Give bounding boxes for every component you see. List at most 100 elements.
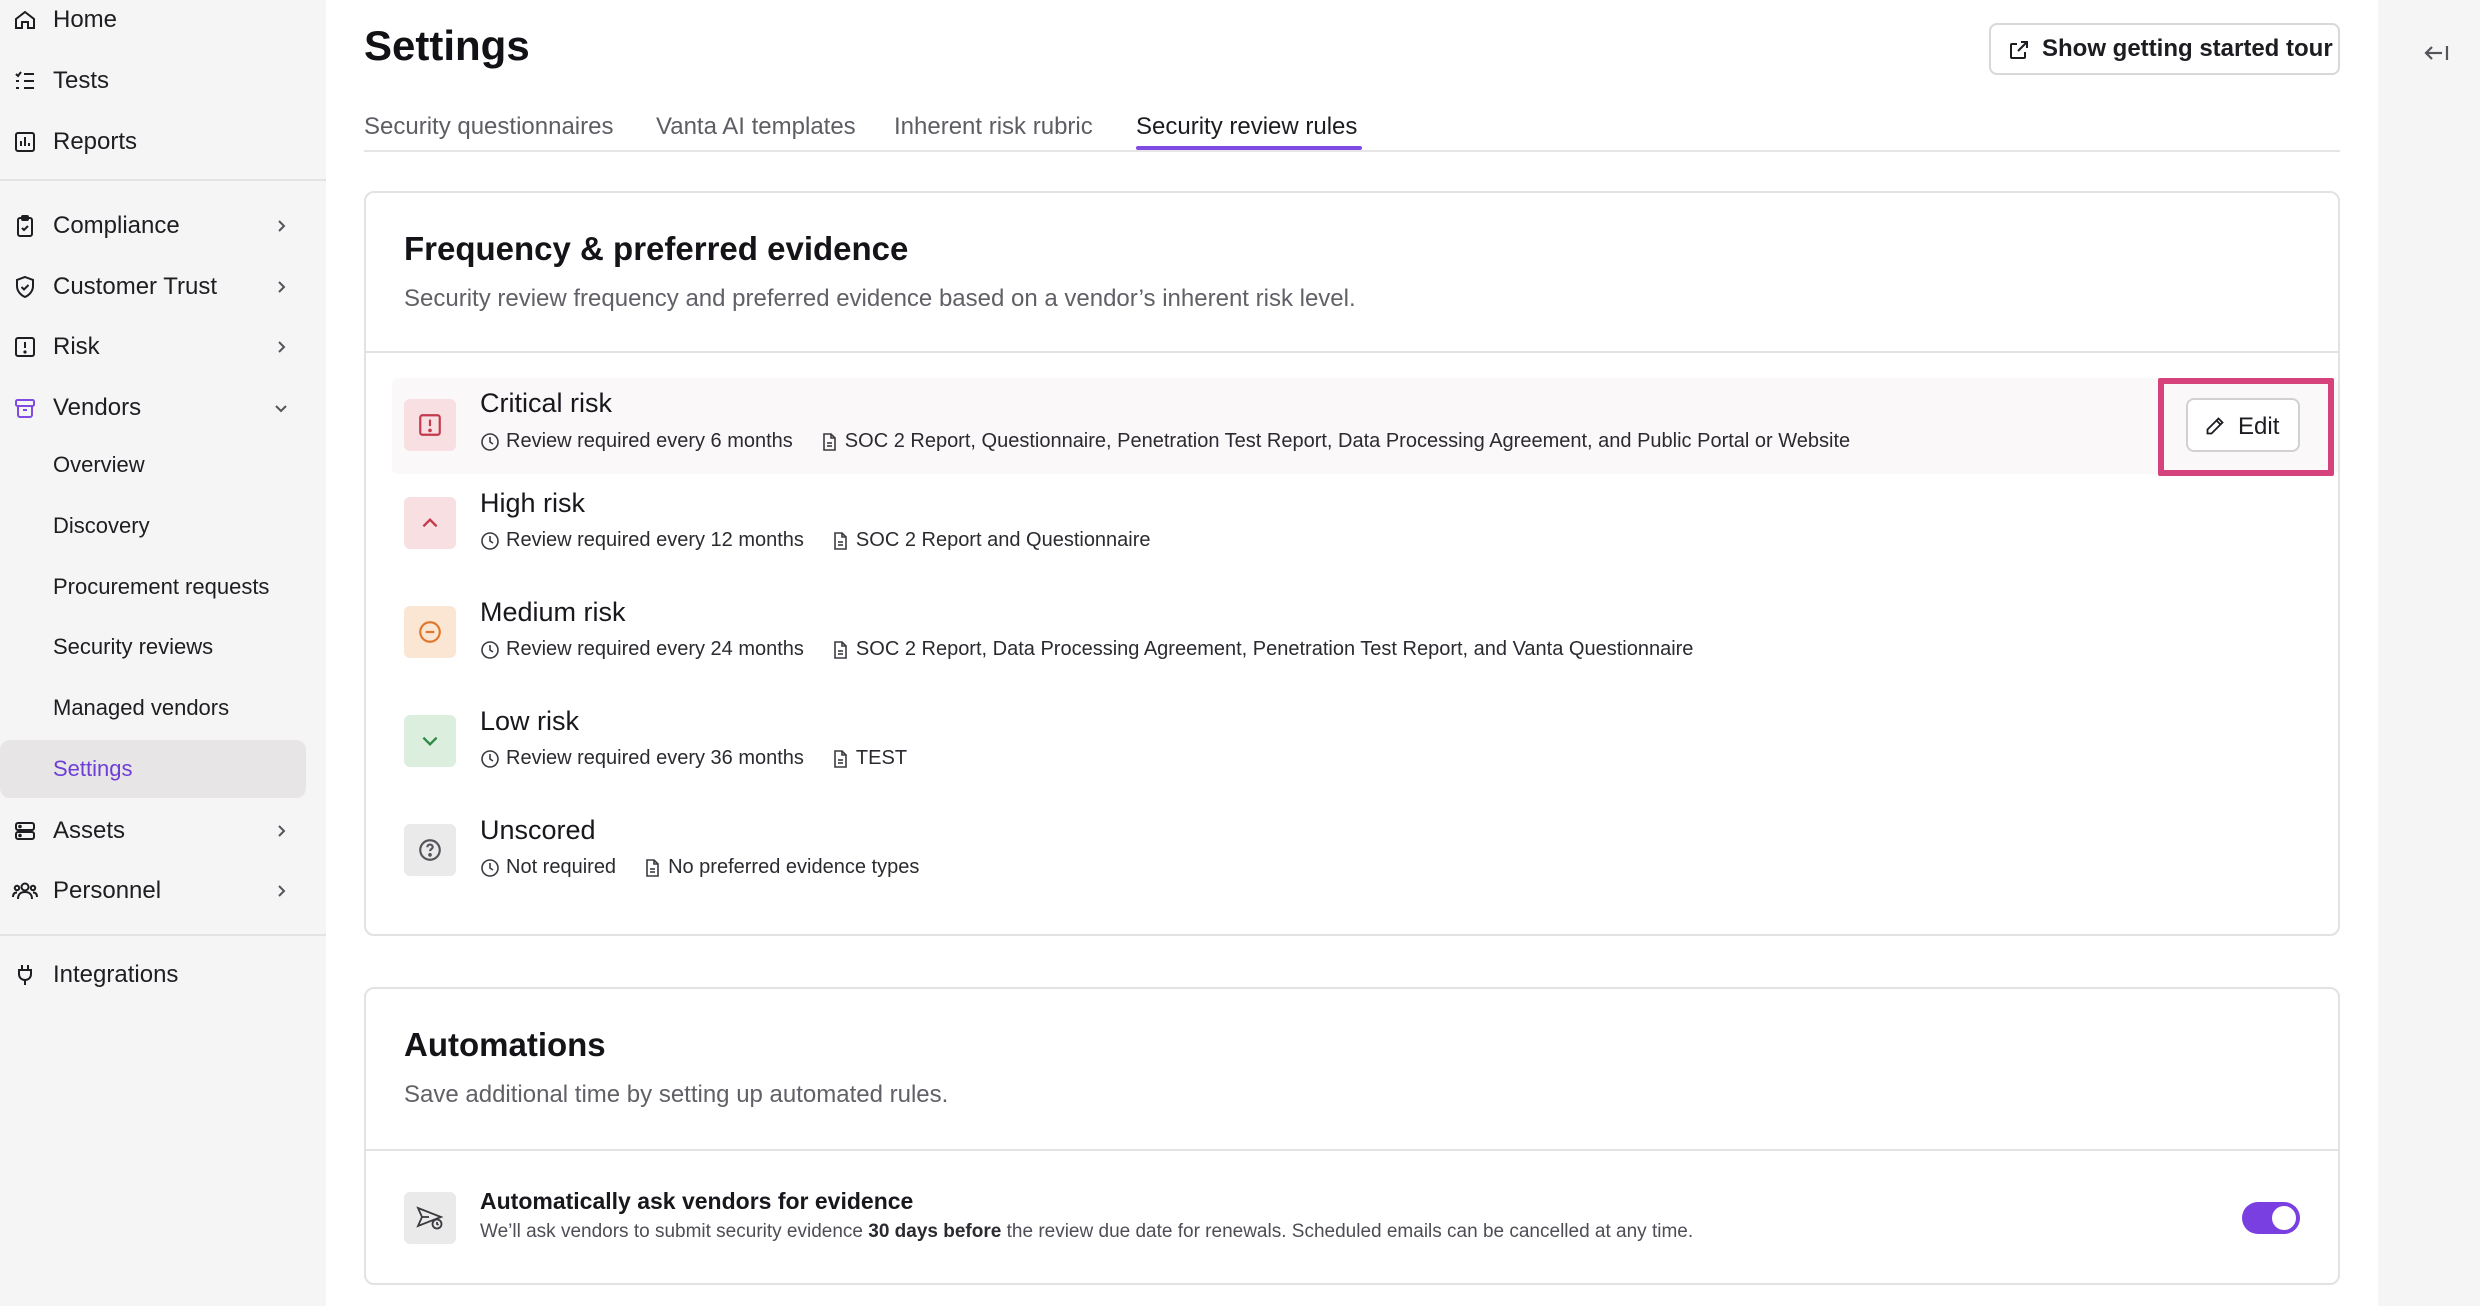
collapse-panel-icon[interactable] [2422,38,2452,68]
sidebar-item-reports[interactable]: Reports [0,113,306,171]
page-title: Settings [364,22,530,69]
automations-card: Automations Save additional time by sett… [364,987,2340,1285]
automation-rule-title: Automatically ask vendors for evidence [480,1188,914,1214]
sidebar-item-assets[interactable]: Assets [0,802,306,860]
risk-meta: Not required No preferred evidence types [480,856,919,879]
sidebar: Home Tests Reports Compliance Customer T… [0,0,326,1306]
chevron-up-icon [404,497,456,549]
automation-desc-text: the review due date for renewals. Schedu… [1001,1221,1694,1242]
sidebar-subitem-security-reviews[interactable]: Security reviews [0,618,306,676]
tab-security-questionnaires[interactable]: Security questionnaires [364,113,613,141]
clock-icon [481,640,499,659]
sidebar-subitem-discovery[interactable]: Discovery [0,497,306,555]
preferred-evidence: SOC 2 Report, Data Processing Agreement,… [855,638,1694,660]
preferred-evidence: SOC 2 Report, Questionnaire, Penetration… [844,430,1851,452]
sidebar-item-label: Risk [53,333,100,360]
document-icon [834,640,847,659]
chevron-right-icon [270,336,292,358]
send-schedule-icon [404,1192,456,1244]
vendors-icon [10,393,40,423]
bar-chart-icon [10,127,40,157]
sidebar-divider [0,179,326,181]
server-icon [10,816,40,846]
sidebar-item-personnel[interactable]: Personnel [0,862,306,920]
card-divider [366,351,2338,353]
sidebar-subitem-managed-vendors[interactable]: Managed vendors [0,679,306,737]
plug-icon [10,960,40,990]
sidebar-subitem-settings[interactable]: Settings [0,740,306,798]
tab-vanta-ai-templates[interactable]: Vanta AI templates [656,113,856,141]
risk-row-unscored: Unscored Not required No preferred evide… [392,810,2338,906]
review-frequency: Not required [506,856,617,878]
sidebar-item-label: Home [53,6,118,33]
risk-meta: Review required every 36 months TEST [480,747,907,770]
tab-inherent-risk-rubric[interactable]: Inherent risk rubric [894,113,1093,141]
automation-rule-description: We’ll ask vendors to submit security evi… [480,1221,1693,1243]
review-frequency: Review required every 24 months [506,638,804,660]
risk-row-medium: Medium risk Review required every 24 mon… [392,592,2338,688]
external-link-icon [2007,38,2031,62]
card-divider [366,1149,2338,1151]
risk-meta: Review required every 12 months SOC 2 Re… [480,529,1151,552]
risk-row-low: Low risk Review required every 36 months… [392,701,2338,797]
sidebar-item-customer-trust[interactable]: Customer Trust [0,258,306,316]
sidebar-item-compliance[interactable]: Compliance [0,197,306,255]
shield-check-icon [10,272,40,302]
sidebar-item-label: Assets [53,817,126,844]
risk-level-name: Critical risk [480,388,612,418]
chevron-right-icon [270,215,292,237]
chevron-down-icon [270,397,292,419]
clipboard-check-icon [10,211,40,241]
sidebar-subitem-label: Settings [53,756,133,781]
document-icon [834,531,847,550]
chevron-right-icon [270,276,292,298]
clock-icon [481,531,499,550]
sidebar-item-label: Personnel [53,877,162,904]
right-gutter [2378,0,2480,1306]
review-frequency: Review required every 36 months [506,747,804,769]
card-description: Security review frequency and preferred … [404,285,1356,312]
sidebar-item-integrations[interactable]: Integrations [0,946,306,1004]
sidebar-item-vendors[interactable]: Vendors [0,379,306,437]
sidebar-item-home[interactable]: Home [0,0,306,49]
risk-meta: Review required every 24 months SOC 2 Re… [480,638,1693,661]
document-icon [646,858,659,877]
home-icon [10,5,40,35]
edit-button[interactable]: Edit [2186,398,2300,452]
sidebar-item-label: Integrations [53,961,179,988]
alert-square-icon [404,399,456,451]
risk-level-name: Medium risk [480,597,626,627]
card-title: Frequency & preferred evidence [404,230,909,267]
sidebar-item-tests[interactable]: Tests [0,52,306,110]
sidebar-item-label: Compliance [53,212,180,239]
risk-row-critical: Critical risk Review required every 6 mo… [392,378,2338,474]
edit-button-label: Edit [2238,413,2280,440]
tour-button-label: Show getting started tour [2042,35,2333,62]
toggle-knob [2272,1206,2296,1230]
clock-icon [481,749,499,768]
automation-desc-text: We’ll ask vendors to submit security evi… [480,1221,869,1242]
sidebar-divider [0,934,326,936]
sidebar-item-label: Reports [53,128,138,155]
sidebar-item-risk[interactable]: Risk [0,318,306,376]
show-getting-started-tour-button[interactable]: Show getting started tour [1989,23,2340,75]
preferred-evidence: SOC 2 Report and Questionnaire [855,529,1151,551]
sidebar-subitem-label: Security reviews [53,634,214,659]
risk-level-name: Unscored [480,815,596,845]
sidebar-subitem-overview[interactable]: Overview [0,436,306,494]
sidebar-subitem-label: Overview [53,452,145,477]
clock-icon [481,432,499,451]
minus-circle-icon [404,606,456,658]
sidebar-subitem-label: Discovery [53,513,150,538]
auto-ask-evidence-toggle[interactable] [2242,1202,2300,1234]
people-icon [10,876,40,906]
chevron-right-icon [270,820,292,842]
clock-icon [481,858,499,877]
sidebar-subitem-procurement-requests[interactable]: Procurement requests [0,558,306,616]
frequency-evidence-card: Frequency & preferred evidence Security … [364,191,2340,936]
list-check-icon [10,66,40,96]
document-icon [822,432,836,451]
card-title: Automations [404,1026,606,1063]
tab-security-review-rules[interactable]: Security review rules [1136,113,1357,141]
alert-square-icon [10,332,40,362]
